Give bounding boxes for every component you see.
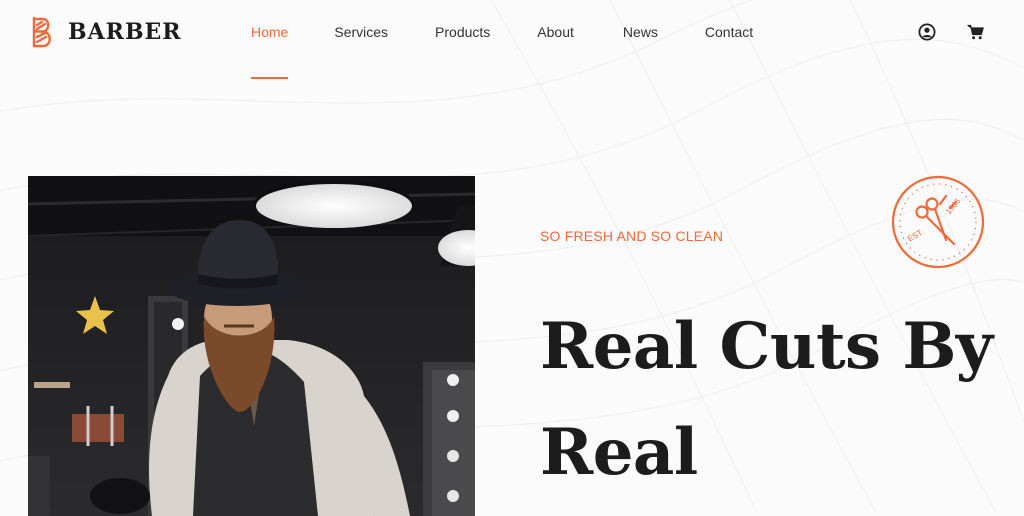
brand-logo[interactable]: BARBER: [28, 16, 182, 48]
badge-year-text: 1986: [944, 196, 963, 216]
nav-about[interactable]: About: [537, 24, 574, 40]
nav-products[interactable]: Products: [435, 24, 490, 40]
user-icon[interactable]: [918, 23, 936, 41]
hero-tagline: SO FRESH AND SO CLEAN: [540, 228, 724, 244]
header-actions: [918, 23, 985, 41]
badge-est-text: EST.: [906, 227, 925, 243]
hero-barber-photo: [28, 176, 475, 516]
brand-name: BARBER: [68, 19, 182, 45]
nav-services[interactable]: Services: [334, 24, 388, 40]
main-nav: Home Services Products About News Contac…: [251, 24, 753, 79]
hero-headline: Real Cuts By Real: [540, 309, 993, 490]
nav-contact[interactable]: Contact: [705, 24, 753, 40]
nav-home[interactable]: Home: [251, 24, 289, 79]
est-badge: EST. 1986: [891, 175, 985, 269]
barber-pole-logo-icon: [32, 16, 51, 48]
nav-news[interactable]: News: [623, 24, 658, 40]
cart-icon[interactable]: [967, 23, 985, 41]
